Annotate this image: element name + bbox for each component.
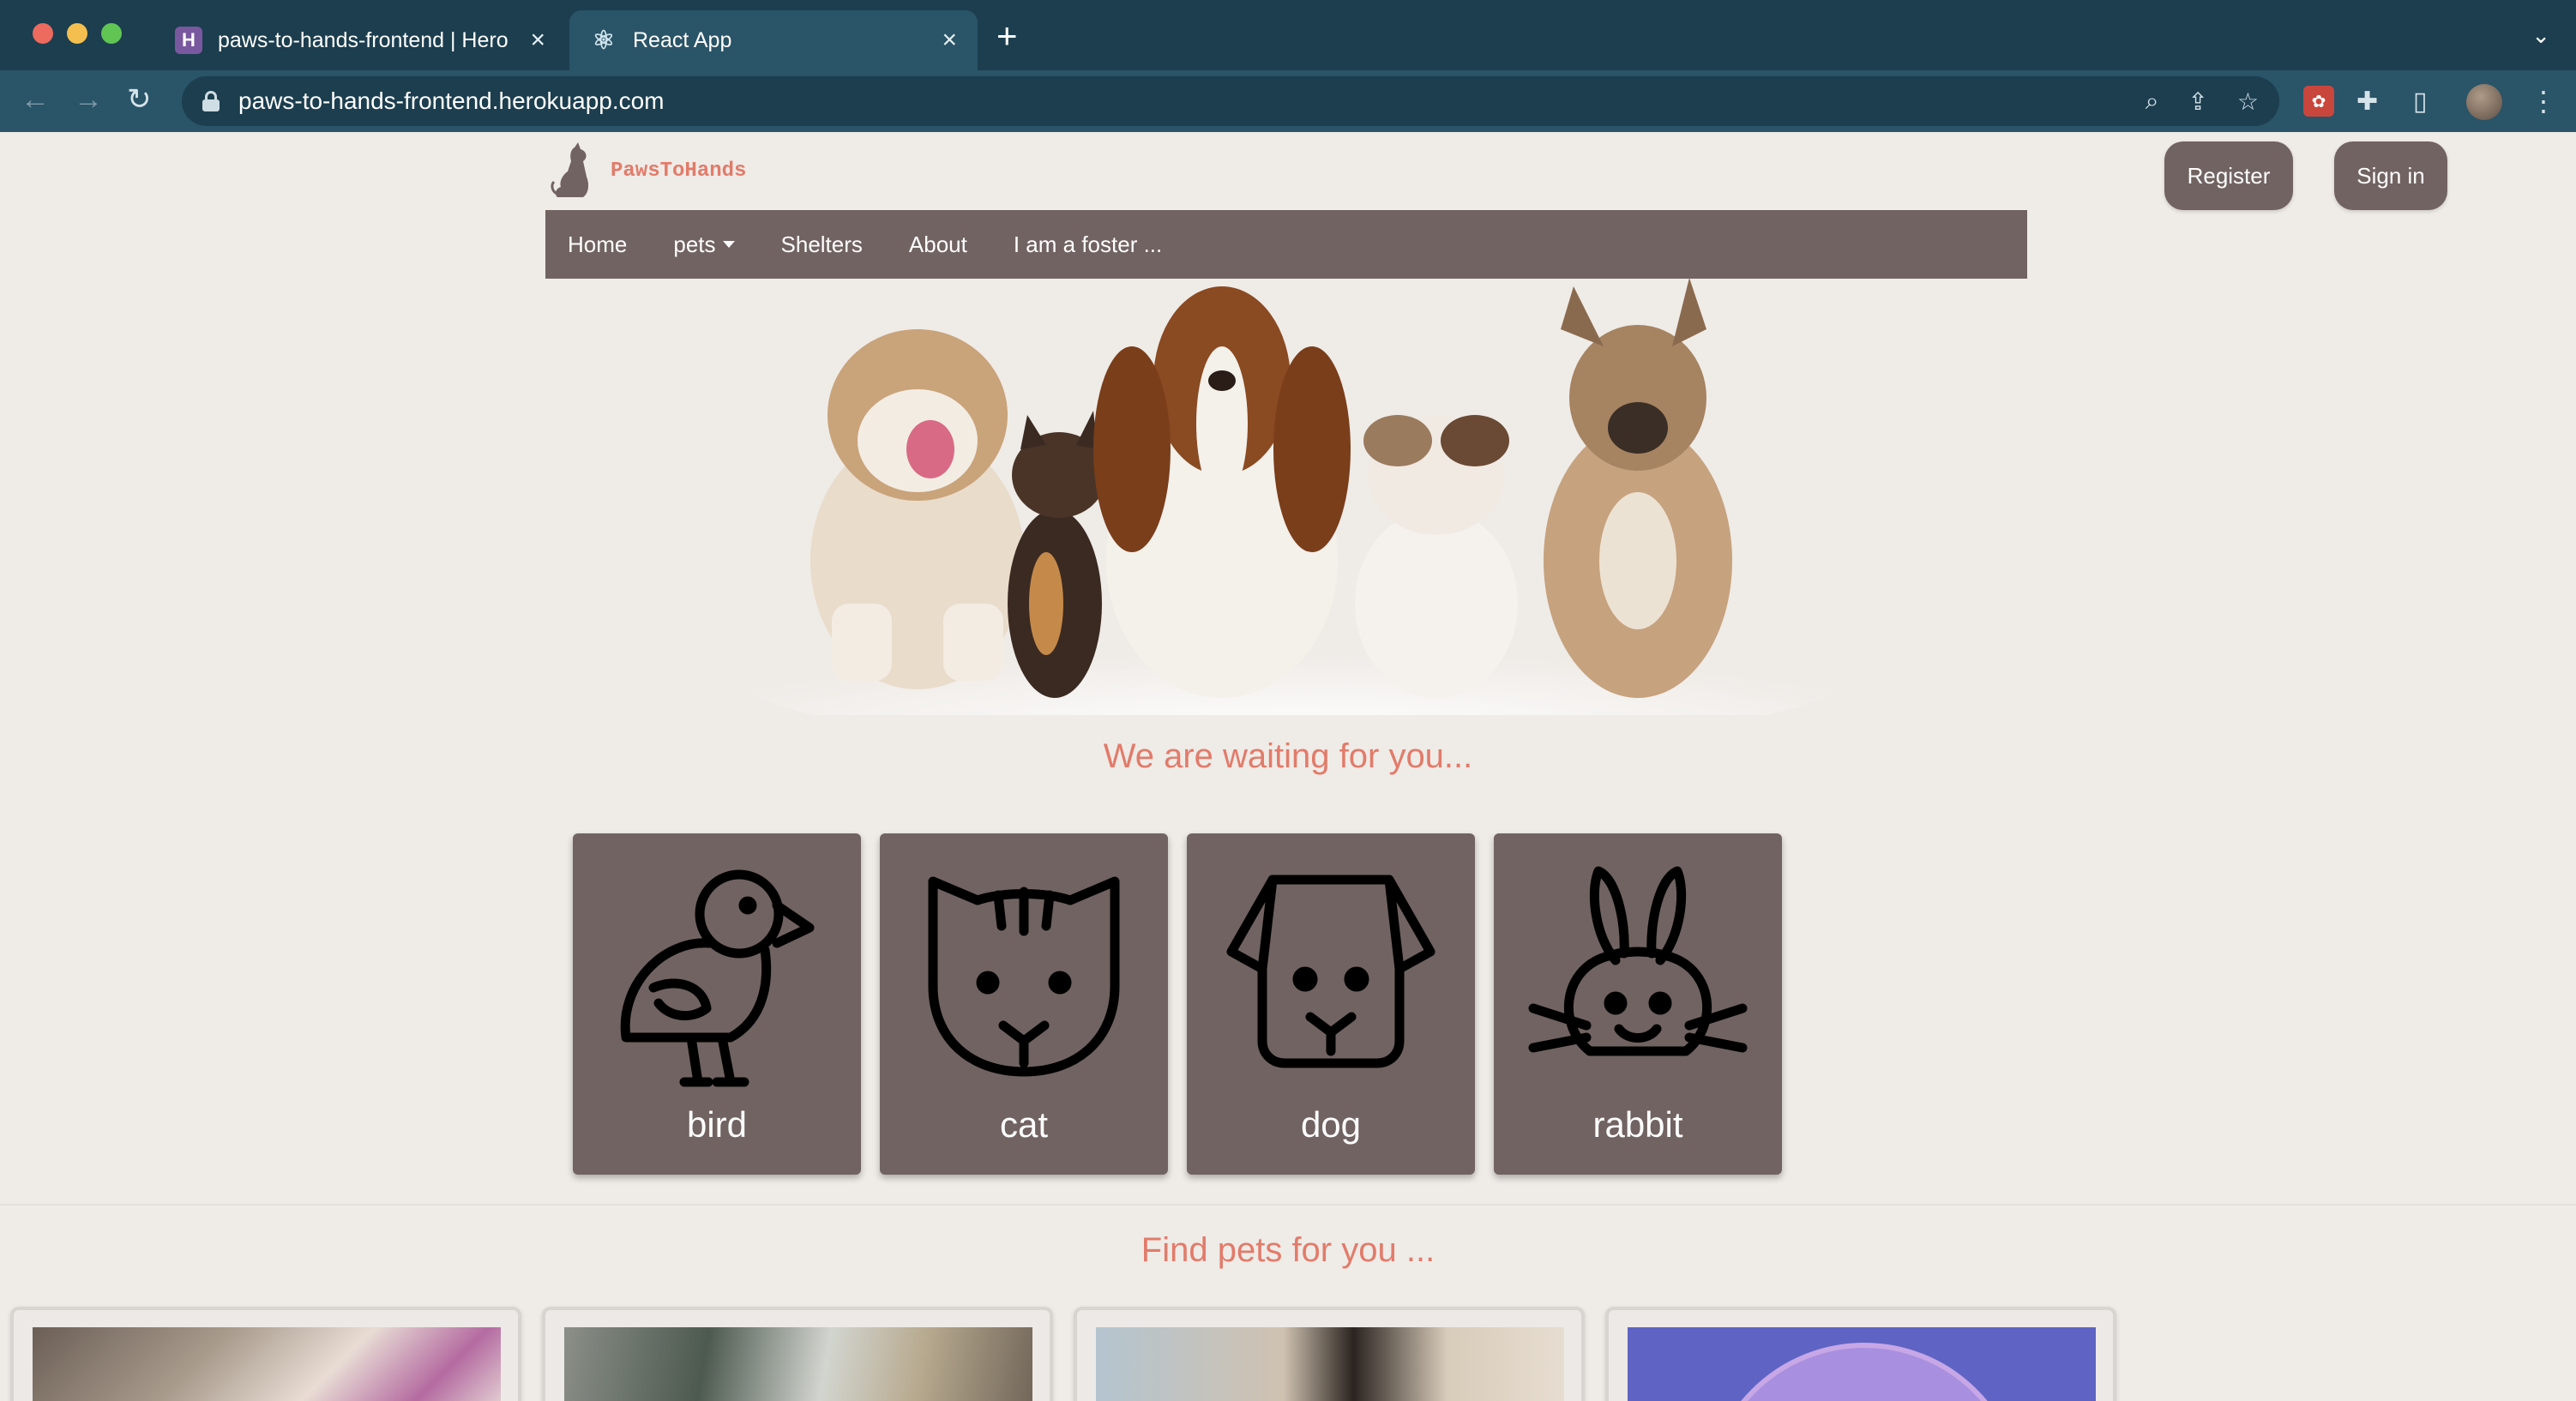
heroku-icon: H [175, 27, 202, 54]
site-logo[interactable]: PawsToHands [549, 142, 746, 199]
main-navbar: Home pets Shelters About I am a foster .… [545, 210, 2027, 279]
rabbit-icon [1528, 866, 1748, 1056]
pet-photo[interactable] [33, 1327, 501, 1401]
zoom-magnifier-icon[interactable]: ⌕ [2146, 87, 2159, 116]
page-content: PawsToHands Register Sign in Home pets S… [0, 132, 2576, 1401]
category-label: dog [1300, 1104, 1362, 1145]
tab-title: React App [633, 27, 732, 52]
category-card-rabbit[interactable]: rabbit [1494, 833, 1782, 1175]
caret-down-icon [722, 241, 735, 248]
tab-search-chevron-icon[interactable]: ⌄ [2531, 22, 2550, 49]
category-card-dog[interactable]: dog [1187, 833, 1475, 1175]
pet-listing-card[interactable] [1605, 1307, 2116, 1401]
back-arrow-icon[interactable]: ← [21, 82, 50, 117]
window-zoom-control[interactable] [101, 23, 122, 44]
nav-pets-dropdown[interactable]: pets [673, 231, 735, 258]
section-divider [0, 1204, 2576, 1206]
register-button[interactable]: Register [2164, 141, 2293, 210]
pet-photo[interactable] [564, 1327, 1032, 1401]
browser-tab-heroku[interactable]: H paws-to-hands-frontend | Hero × [154, 10, 566, 70]
share-icon[interactable]: ⇪ [2188, 87, 2207, 116]
category-label: bird [686, 1104, 748, 1145]
pet-photo[interactable] [1096, 1327, 1564, 1401]
pet-listing-cards [10, 1307, 2116, 1401]
waiting-heading: We are waiting for you... [1103, 737, 1473, 775]
close-icon[interactable]: × [530, 26, 545, 55]
bird-icon [620, 869, 815, 1087]
logo-text: PawsToHands [611, 159, 747, 183]
browser-toolbar: ← → ↻ paws-to-hands-frontend.herokuapp.c… [0, 70, 2576, 132]
address-bar[interactable]: paws-to-hands-frontend.herokuapp.com ⌕ ⇪… [182, 76, 2279, 126]
forward-arrow-icon[interactable]: → [74, 82, 103, 117]
dog-cat-logo-icon [551, 142, 589, 197]
tab-title: paws-to-hands-frontend | Hero [218, 27, 509, 52]
nav-foster[interactable]: I am a foster ... [1014, 231, 1162, 258]
side-panel-icon[interactable]: ▯ [2413, 79, 2428, 123]
find-pets-heading: Find pets for you ... [1141, 1231, 1435, 1269]
reload-icon[interactable]: ↻ [127, 82, 152, 117]
close-icon[interactable]: × [942, 26, 957, 55]
cat-icon [928, 876, 1120, 1077]
lock-icon[interactable] [202, 91, 220, 111]
sign-in-button[interactable]: Sign in [2334, 141, 2447, 210]
nav-about[interactable]: About [909, 231, 967, 258]
bookmark-star-icon[interactable]: ☆ [2237, 87, 2259, 116]
extension-icon[interactable]: ✿ [2303, 86, 2334, 117]
nav-pets-label: pets [673, 231, 716, 257]
hero-pets-image [742, 278, 1839, 715]
window-minimize-control[interactable] [67, 23, 87, 44]
nav-home[interactable]: Home [568, 231, 627, 258]
category-label: cat [999, 1104, 1049, 1145]
pet-listing-card[interactable] [10, 1307, 521, 1401]
browser-menu-icon[interactable]: ⋮ [2530, 79, 2557, 123]
category-card-cat[interactable]: cat [880, 833, 1168, 1175]
pet-photo[interactable] [1628, 1327, 2096, 1401]
pet-category-cards: bird cat dog rabbit [573, 833, 1782, 1175]
category-label: rabbit [1592, 1104, 1683, 1145]
nav-shelters[interactable]: Shelters [781, 231, 863, 258]
browser-tab-react-app[interactable]: ⚛ React App × [569, 10, 978, 70]
window-close-control[interactable] [33, 23, 53, 44]
browser-tab-strip: H paws-to-hands-frontend | Hero × ⚛ Reac… [0, 0, 2576, 70]
react-icon: ⚛ [592, 26, 616, 55]
dog-icon [1226, 875, 1435, 1068]
pet-listing-card[interactable] [1074, 1307, 1585, 1401]
url-text[interactable]: paws-to-hands-frontend.herokuapp.com [238, 87, 665, 115]
new-tab-button[interactable]: + [996, 18, 1018, 54]
category-card-bird[interactable]: bird [573, 833, 861, 1175]
pet-listing-card[interactable] [542, 1307, 1053, 1401]
profile-avatar[interactable] [2466, 84, 2502, 120]
extensions-puzzle-icon[interactable]: ✚ [2356, 79, 2378, 123]
